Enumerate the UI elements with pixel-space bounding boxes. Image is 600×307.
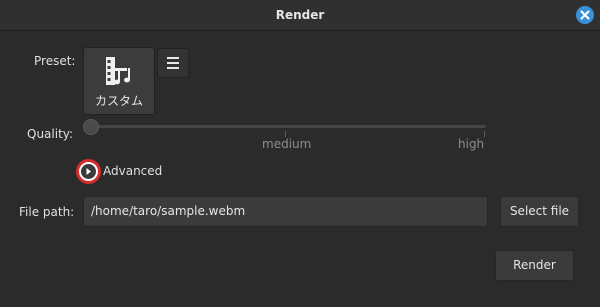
window-title: Render [275, 8, 325, 22]
tick-label-high: high [458, 137, 485, 151]
tick-label-medium: medium [262, 137, 312, 151]
preset-label: Preset: [34, 54, 76, 68]
select-file-button[interactable]: Select file [500, 196, 579, 227]
advanced-label[interactable]: Advanced [103, 164, 162, 178]
close-icon [580, 10, 590, 20]
quality-label: Quality: [27, 127, 74, 141]
film-music-icon [106, 57, 130, 85]
expand-arrow-icon [86, 168, 91, 175]
title-bar: Render [0, 0, 600, 31]
advanced-expander-button[interactable] [76, 159, 101, 184]
close-button[interactable] [576, 6, 594, 24]
file-path-label: File path: [19, 205, 75, 219]
file-path-input[interactable]: /home/taro/sample.webm [83, 196, 488, 227]
preset-name: カスタム [94, 94, 143, 108]
preset-tile[interactable]: カスタム [83, 47, 155, 115]
quality-slider-knob[interactable] [83, 119, 99, 135]
quality-slider-track[interactable] [84, 125, 486, 128]
render-button[interactable]: Render [495, 250, 574, 281]
preset-menu-button[interactable] [157, 48, 189, 78]
